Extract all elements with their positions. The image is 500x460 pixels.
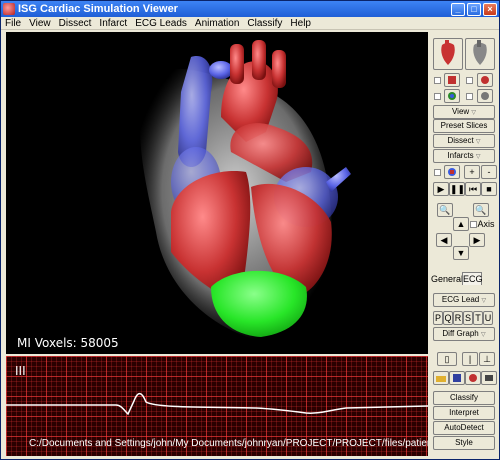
ecg-graph[interactable]: III C:/Documents and Settings/john/My Do… <box>6 356 428 456</box>
magnifier-zoom-out-icon[interactable]: 🔍 <box>473 203 489 217</box>
axis-label: Axis <box>477 219 495 229</box>
graph-bar-icon[interactable]: ▯ <box>437 352 457 366</box>
lead-r-button[interactable]: R <box>453 311 463 325</box>
menu-file[interactable]: File <box>1 18 25 29</box>
minimize-icon[interactable]: _ <box>451 2 465 16</box>
close-icon[interactable]: × <box>483 2 497 16</box>
lead-q-button[interactable]: Q <box>443 311 453 325</box>
heart-render <box>140 40 351 342</box>
pause-icon[interactable]: ❚❚ <box>449 182 465 196</box>
tab-general[interactable]: General <box>431 273 463 286</box>
heart-gray-small-icon[interactable] <box>477 89 493 103</box>
heart-thumbnail-color-icon[interactable] <box>433 38 463 70</box>
rewind-icon[interactable]: ⏮ <box>465 182 481 196</box>
preset-slices-label: Preset Slices <box>440 121 488 130</box>
lead-p-button[interactable]: P <box>433 311 443 325</box>
mi-voxels-label: MI Voxels: 58005 <box>17 336 119 350</box>
view-button[interactable]: View ▽ <box>433 105 495 119</box>
heart-3d-viewport[interactable]: MI Voxels: 58005 <box>6 32 428 354</box>
cursor-line-icon[interactable]: | <box>462 352 478 366</box>
menu-help[interactable]: Help <box>286 18 315 29</box>
file-path-label: C:/Documents and Settings/john/My Docume… <box>29 438 428 449</box>
menu-ecg-leads[interactable]: ECG Leads <box>131 18 191 29</box>
toggle-checkbox[interactable] <box>434 93 441 100</box>
ecg-lead-button-label: ECG Lead <box>441 295 480 304</box>
tab-ecg[interactable]: ECG <box>462 272 483 285</box>
zoom-minus-button[interactable]: - <box>481 165 497 179</box>
stop-icon[interactable]: ■ <box>481 182 497 196</box>
waveform-icon[interactable]: ⊥ <box>479 352 495 366</box>
window-title: ISG Cardiac Simulation Viewer <box>18 3 178 15</box>
toggle-checkbox[interactable] <box>466 93 473 100</box>
control-panel: View ▽ Preset Slices Dissect ▽ Infarcts … <box>431 32 497 457</box>
lead-t-button[interactable]: T <box>473 311 483 325</box>
infarcts-button[interactable]: Infarcts ▽ <box>433 149 495 163</box>
maximize-icon[interactable]: □ <box>467 2 481 16</box>
diff-graph-label: Diff Graph <box>442 329 479 338</box>
arrow-right-icon[interactable]: ▶ <box>469 233 485 247</box>
heart-red-small-icon[interactable] <box>477 73 493 87</box>
menu-dissect[interactable]: Dissect <box>55 18 96 29</box>
open-folder-icon[interactable] <box>433 371 449 385</box>
diff-graph-button[interactable]: Diff Graph ▽ <box>433 327 495 341</box>
heart-app-icon <box>3 3 15 15</box>
lead-s-button[interactable]: S <box>463 311 473 325</box>
title-bar: ISG Cardiac Simulation Viewer _ □ × <box>1 1 499 17</box>
menu-animation[interactable]: Animation <box>191 18 243 29</box>
toggle-checkbox[interactable] <box>466 77 473 84</box>
dissect-label: Dissect <box>447 136 474 145</box>
menu-view[interactable]: View <box>25 18 55 29</box>
style-button[interactable]: Style <box>433 436 495 450</box>
zoom-plus-button[interactable]: + <box>464 165 480 179</box>
play-icon[interactable]: ▶ <box>433 182 449 196</box>
menu-classify[interactable]: Classify <box>243 18 286 29</box>
preset-slices-button[interactable]: Preset Slices <box>433 119 495 133</box>
arrow-up-icon[interactable]: ▲ <box>453 217 469 231</box>
arrow-left-icon[interactable]: ◀ <box>436 233 452 247</box>
heart-load-icon[interactable] <box>465 371 481 385</box>
heart-thumbnail-gray-icon[interactable] <box>465 38 495 70</box>
arrow-down-icon[interactable]: ▼ <box>453 246 469 260</box>
save-disk-icon[interactable] <box>449 371 465 385</box>
globe-icon[interactable] <box>444 89 460 103</box>
app-window: ISG Cardiac Simulation Viewer _ □ × File… <box>0 0 500 460</box>
interpret-button[interactable]: Interpret <box>433 406 495 420</box>
toggle-checkbox[interactable] <box>434 169 441 176</box>
toggle-checkbox[interactable] <box>434 77 441 84</box>
classify-button[interactable]: Classify <box>433 391 495 405</box>
dissect-button[interactable]: Dissect ▽ <box>433 134 495 148</box>
magnifier-zoom-in-icon[interactable]: 🔍 <box>437 203 453 217</box>
view-button-label: View <box>451 107 470 116</box>
infarcts-label: Infarcts <box>447 151 474 160</box>
axis-checkbox[interactable] <box>470 221 477 228</box>
print-icon[interactable] <box>481 371 497 385</box>
ecg-lead-button[interactable]: ECG Lead ▽ <box>433 293 495 307</box>
menu-infarct[interactable]: Infarct <box>95 18 131 29</box>
autodetect-button[interactable]: AutoDetect <box>433 421 495 435</box>
flag-icon[interactable] <box>444 165 460 179</box>
cube-red-icon[interactable] <box>444 73 460 87</box>
lead-u-button[interactable]: U <box>483 311 493 325</box>
menu-bar: File View Dissect Infarct ECG Leads Anim… <box>1 17 499 30</box>
